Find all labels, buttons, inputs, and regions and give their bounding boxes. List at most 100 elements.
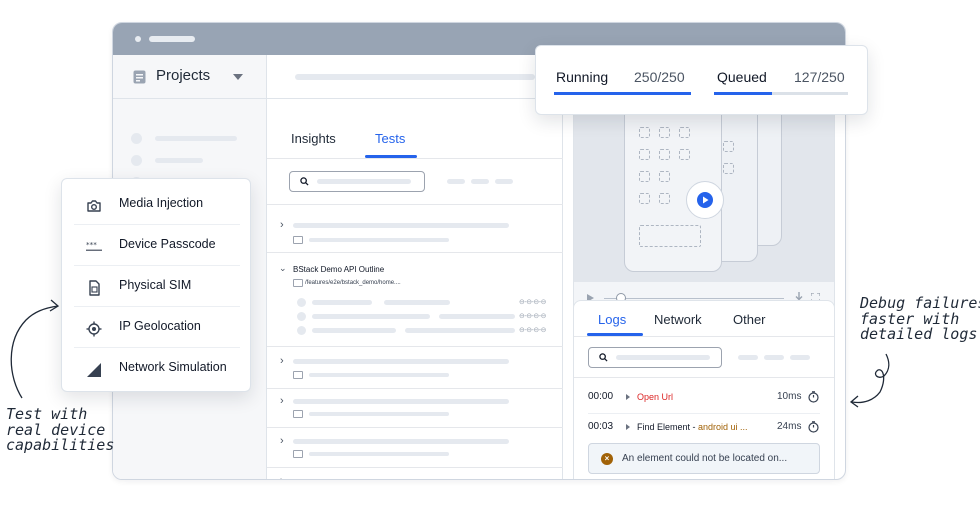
search-icon (300, 177, 309, 186)
capability-ip-geolocation[interactable]: IP Geolocation (62, 307, 252, 348)
test-path-placeholder (309, 412, 449, 416)
queued-count: 127/250 (794, 69, 845, 85)
capability-device-passcode[interactable]: *** Device Passcode (62, 225, 252, 266)
log-action: Find Element - android ui ... (637, 422, 748, 432)
sidebar-item-placeholder[interactable] (155, 158, 203, 163)
test-search-input[interactable] (289, 171, 425, 192)
test-row-placeholder[interactable] (293, 439, 509, 444)
filter-placeholder[interactable] (447, 179, 465, 184)
capability-network-simulation[interactable]: Network Simulation (62, 348, 252, 389)
svg-text:***: *** (86, 240, 97, 249)
filter-placeholder[interactable] (790, 355, 810, 360)
divider (267, 467, 563, 468)
video-frame (574, 100, 834, 282)
chevron-right-icon[interactable]: › (280, 356, 284, 367)
tab-tests[interactable]: Tests (375, 131, 405, 146)
stopwatch-icon (808, 421, 819, 433)
toolbar-placeholder (295, 74, 535, 80)
sim-card-icon (89, 280, 100, 296)
scenario-status-icon (297, 298, 306, 307)
running-count: 250/250 (634, 69, 685, 85)
tab-insights[interactable]: Insights (291, 131, 336, 146)
projects-dropdown[interactable]: Projects (113, 55, 267, 99)
divider (267, 158, 563, 159)
log-entry[interactable]: 00:03 Find Element - android ui ... 24ms (574, 415, 834, 439)
filter-placeholder[interactable] (471, 179, 489, 184)
annotation-line: capabilities (6, 436, 115, 454)
chevron-right-icon[interactable]: › (280, 476, 284, 480)
search-placeholder (616, 355, 710, 360)
logs-search-input[interactable] (588, 347, 722, 368)
step-chain-icon: ⊖-⊖-⊖-⊖ (519, 299, 546, 306)
seek-track[interactable] (604, 298, 784, 299)
play-button[interactable] (686, 181, 724, 219)
annotation-arrow-left (10, 299, 60, 399)
signal-icon (87, 363, 101, 377)
capability-physical-sim[interactable]: Physical SIM (62, 266, 252, 307)
layout-cell (679, 127, 690, 138)
divider (267, 346, 563, 347)
layout-cell (723, 163, 734, 174)
document-icon (133, 70, 146, 84)
test-row-placeholder[interactable] (293, 359, 509, 364)
log-duration: 24ms (777, 421, 802, 432)
sidebar-item-placeholder[interactable] (155, 136, 237, 141)
layout-cell (639, 149, 650, 160)
sidebar-item-icon (131, 133, 142, 144)
scenario-status-icon (297, 326, 306, 335)
layout-cell (659, 127, 670, 138)
capability-label: IP Geolocation (119, 319, 201, 333)
tab-network[interactable]: Network (654, 312, 702, 327)
projects-label: Projects (156, 67, 211, 84)
capability-label: Media Injection (119, 196, 204, 210)
camera-icon (87, 200, 101, 212)
folder-icon (293, 279, 303, 287)
tab-other[interactable]: Other (733, 312, 766, 327)
filter-placeholder[interactable] (764, 355, 784, 360)
running-label: Running (556, 69, 609, 85)
log-timestamp: 00:03 (588, 421, 614, 432)
log-duration: 10ms (777, 391, 802, 402)
layout-cell (659, 149, 670, 160)
scenario-placeholder[interactable] (312, 328, 396, 333)
logs-panel: Logs Network Other 00:00 Open Url 10ms 0… (573, 300, 835, 479)
filter-placeholder[interactable] (738, 355, 758, 360)
folder-icon (293, 371, 303, 379)
step-chain-icon: ⊖-⊖-⊖-⊖ (519, 313, 546, 320)
scenario-placeholder[interactable] (312, 314, 430, 319)
running-progress (554, 92, 691, 95)
log-timestamp: 00:00 (588, 391, 614, 402)
annotation-right: Debug failures faster with detailed logs (860, 295, 980, 343)
session-video-player (573, 99, 835, 313)
error-message[interactable]: × An element could not be located on... (588, 443, 820, 474)
chevron-right-icon[interactable]: › (280, 436, 284, 447)
outline-title[interactable]: BStack Demo API Outline (293, 265, 384, 274)
test-path-placeholder (309, 452, 449, 456)
capabilities-menu: Media Injection *** Device Passcode Phys… (61, 178, 251, 392)
scenario-placeholder[interactable] (312, 300, 372, 305)
capability-label: Device Passcode (119, 237, 216, 251)
chevron-right-icon[interactable]: › (280, 396, 284, 407)
divider (267, 252, 563, 253)
scenario-placeholder (384, 300, 450, 305)
log-entry[interactable]: 00:00 Open Url 10ms (574, 387, 834, 409)
test-row-placeholder[interactable] (293, 399, 509, 404)
play-icon (697, 192, 713, 208)
test-path-placeholder (309, 238, 449, 242)
caret-right-icon (626, 424, 630, 430)
tab-logs[interactable]: Logs (598, 312, 626, 327)
filter-placeholder[interactable] (495, 179, 513, 184)
chevron-down-icon[interactable]: ⌄ (279, 263, 287, 274)
layout-cell (639, 225, 701, 247)
divider (267, 388, 563, 389)
scenario-status-icon (297, 312, 306, 321)
tests-panel: Insights Tests › ⌄ BStack Demo API Outli… (267, 99, 563, 480)
divider (574, 336, 834, 337)
capability-media-injection[interactable]: Media Injection (62, 184, 252, 225)
test-path-placeholder (309, 373, 449, 377)
annotation-line: detailed logs (860, 325, 978, 343)
test-row-placeholder[interactable] (293, 223, 509, 228)
layout-cell (639, 127, 650, 138)
chevron-right-icon[interactable]: › (280, 220, 284, 231)
divider (574, 377, 834, 378)
